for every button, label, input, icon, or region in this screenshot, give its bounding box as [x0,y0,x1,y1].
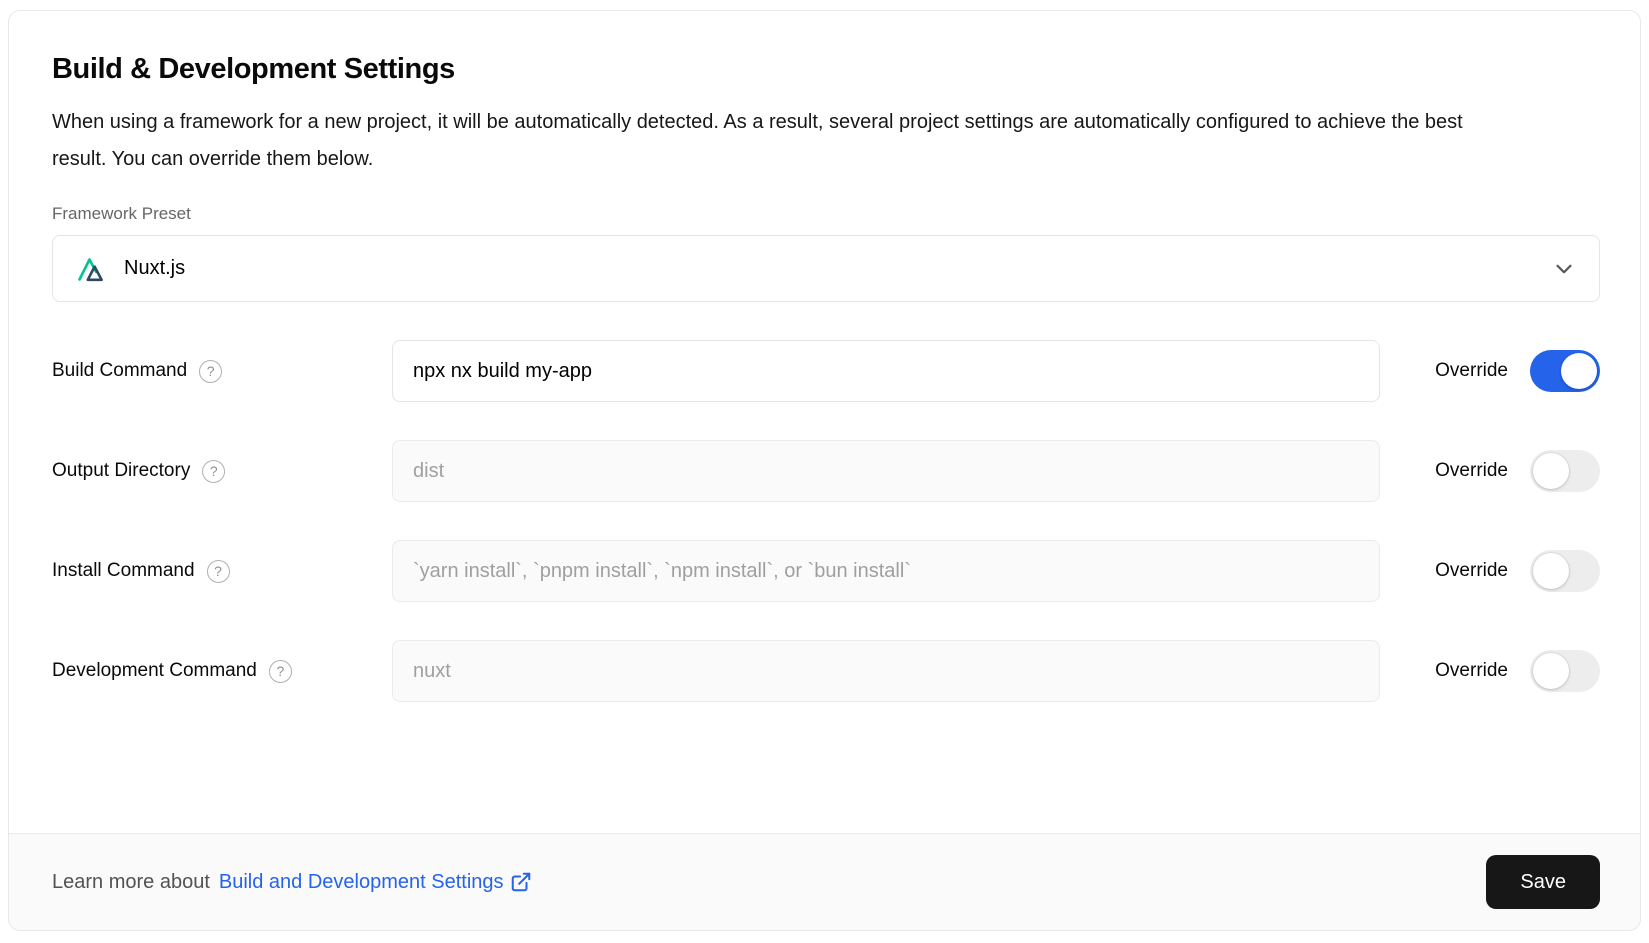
save-button[interactable]: Save [1486,855,1600,909]
external-link-icon [510,871,532,893]
build-command-label: Build Command [52,360,187,382]
toggle-knob [1533,553,1569,589]
question-glyph: ? [276,663,284,679]
framework-preset-value: Nuxt.js [124,257,185,280]
card-footer: Learn more about Build and Development S… [9,833,1640,930]
override-label: Override [1435,660,1508,682]
framework-preset-label: Framework Preset [52,204,1600,224]
learn-more-prefix: Learn more about [52,871,210,894]
override-label: Override [1435,560,1508,582]
install-command-label: Install Command [52,560,195,582]
learn-more-text: Learn more about Build and Development S… [52,871,532,894]
development-command-label: Development Command [52,660,257,682]
setting-row-output-directory: Output Directory ? Override [52,440,1600,502]
toggle-knob [1533,453,1569,489]
row-label-group: Build Command ? [52,360,392,383]
help-icon[interactable]: ? [207,560,230,583]
override-toggle[interactable] [1530,350,1600,392]
row-label-group: Install Command ? [52,560,392,583]
override-toggle[interactable] [1530,650,1600,692]
framework-preset-select[interactable]: Nuxt.js [52,235,1600,302]
toggle-knob [1533,653,1569,689]
help-icon[interactable]: ? [199,360,222,383]
question-glyph: ? [214,563,222,579]
setting-row-install-command: Install Command ? Override [52,540,1600,602]
toggle-knob [1561,353,1597,389]
override-label: Override [1435,360,1508,382]
override-label: Override [1435,460,1508,482]
nuxt-logo-icon [77,255,111,283]
help-icon[interactable]: ? [269,660,292,683]
row-label-group: Output Directory ? [52,460,392,483]
setting-row-development-command: Development Command ? Override [52,640,1600,702]
build-settings-docs-link[interactable]: Build and Development Settings [219,871,532,894]
question-glyph: ? [207,363,215,379]
override-group: Override [1380,650,1600,692]
docs-link-label: Build and Development Settings [219,871,504,894]
build-command-input[interactable] [392,340,1380,402]
build-settings-card: Build & Development Settings When using … [8,10,1641,931]
description-text: When using a framework for a new project… [52,104,1492,178]
override-group: Override [1380,450,1600,492]
row-label-group: Development Command ? [52,660,392,683]
development-command-input[interactable] [392,640,1380,702]
override-toggle[interactable] [1530,550,1600,592]
override-toggle[interactable] [1530,450,1600,492]
question-glyph: ? [210,463,218,479]
help-icon[interactable]: ? [202,460,225,483]
setting-row-build-command: Build Command ? Override [52,340,1600,402]
override-group: Override [1380,350,1600,392]
chevron-down-icon [1551,256,1577,282]
page-title: Build & Development Settings [52,53,1600,86]
install-command-input[interactable] [392,540,1380,602]
output-directory-input[interactable] [392,440,1380,502]
output-directory-label: Output Directory [52,460,190,482]
card-content: Build & Development Settings When using … [9,11,1640,702]
override-group: Override [1380,550,1600,592]
